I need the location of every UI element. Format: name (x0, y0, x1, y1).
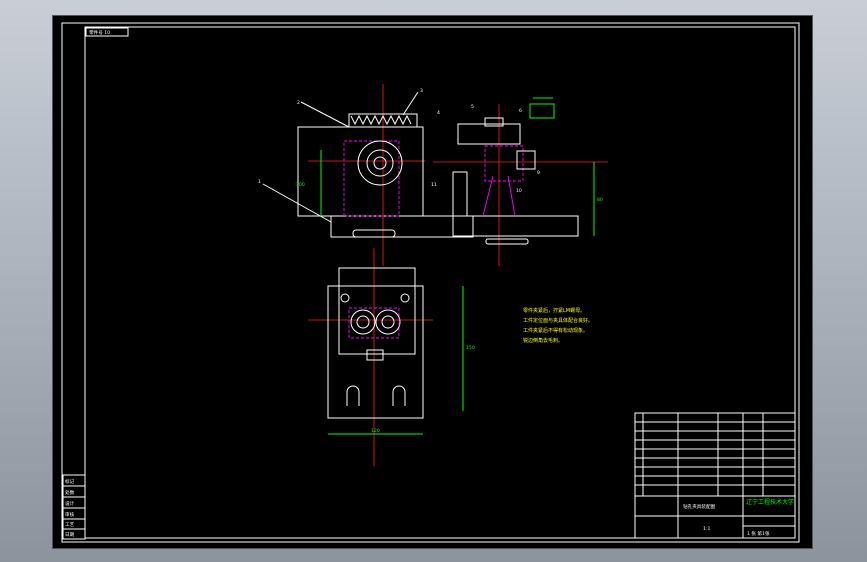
top-nut (366, 349, 384, 361)
fixture-body (297, 126, 424, 217)
bushing-inner (373, 156, 387, 170)
knurl-pattern (350, 114, 412, 126)
scale-value: 1:1 (703, 526, 710, 532)
drawing-viewport[interactable]: 零件号 10 100 1 2 3 80 4 5 6 9 10 11 150 12… (53, 16, 812, 548)
title-block: 钻孔夹具装配图 辽宁工程技术大学 1:1 1 张 第1张 (634, 412, 796, 539)
drawing-title: 钻孔夹具装配图 (683, 503, 716, 510)
side-label-3: 设计 (65, 500, 75, 507)
hidden-bore (343, 140, 400, 217)
note-2: 工件定位面与夹具体配合良好。 (523, 317, 593, 324)
dim-side-height-label: 80 (597, 197, 603, 203)
leader-2 (300, 101, 350, 128)
dim-top-width-label: 120 (371, 428, 380, 434)
part-num-2: 2 (297, 100, 300, 106)
school-name: 辽宁工程技术大学 (746, 498, 794, 506)
note-4: 锐边倒角去毛刺。 (523, 337, 563, 344)
left-side-strip: 标记 处数 设计 审核 工艺 日期 (62, 474, 86, 540)
bushing-outer (357, 140, 403, 186)
top-bushing-left-inner (356, 315, 370, 329)
top-pin-left (340, 293, 350, 303)
side-view: 80 4 5 6 9 10 11 (431, 97, 608, 266)
part-num-10: 10 (516, 188, 522, 194)
part-num-5: 5 (471, 104, 474, 110)
side-label-6: 日期 (65, 532, 75, 538)
sheet-info: 1 张 第1张 (747, 530, 770, 537)
side-base-slot (485, 238, 529, 245)
side-nut (484, 117, 504, 127)
base-slot (352, 229, 396, 238)
technical-notes: 零件夹紧后，拧紧LM螺母。 工件定位面与夹具体配合良好。 工件夹紧后不得有松动现… (523, 307, 593, 344)
base-plate (330, 215, 474, 238)
side-clamp-head (457, 123, 521, 145)
side-label-1: 标记 (65, 478, 75, 485)
part-num-4: 4 (437, 110, 440, 116)
side-label-4: 审核 (65, 511, 75, 518)
side-label-2: 处数 (65, 489, 75, 496)
top-bushing-left (350, 309, 376, 335)
top-bushing-right-inner (381, 315, 395, 329)
top-body (338, 267, 416, 355)
top-pin-right (400, 293, 410, 303)
leader-3 (402, 91, 419, 116)
top-view: 150 120 (308, 248, 475, 466)
note-3: 工件夹紧后不得有松动现象。 (523, 327, 588, 334)
inner-frame (84, 26, 796, 539)
bushing-mid (366, 149, 394, 177)
note-1: 零件夹紧后，拧紧LM螺母。 (523, 307, 585, 314)
part-num-11: 11 (431, 182, 437, 188)
part-num-3: 3 (420, 88, 423, 94)
angle-bracket (452, 171, 579, 237)
part-num-9: 9 (537, 170, 540, 176)
top-base (327, 285, 424, 419)
outer-frame (61, 22, 800, 543)
dim-top-height-label: 150 (466, 345, 475, 351)
part-num-6: 6 (519, 108, 522, 114)
tolerance-box (529, 103, 555, 119)
side-screw (516, 150, 536, 170)
part-num-1: 1 (258, 179, 261, 185)
side-label-5: 工艺 (65, 522, 75, 528)
front-view: 100 1 2 3 (258, 84, 474, 266)
top-mount-slots (346, 385, 406, 406)
corner-stamp: 零件号 10 (89, 29, 110, 36)
cad-drawing: 零件号 10 100 1 2 3 80 4 5 6 9 10 11 150 12… (61, 22, 800, 543)
dim-front-height-label: 100 (296, 182, 305, 188)
top-bushing-right (375, 309, 401, 335)
